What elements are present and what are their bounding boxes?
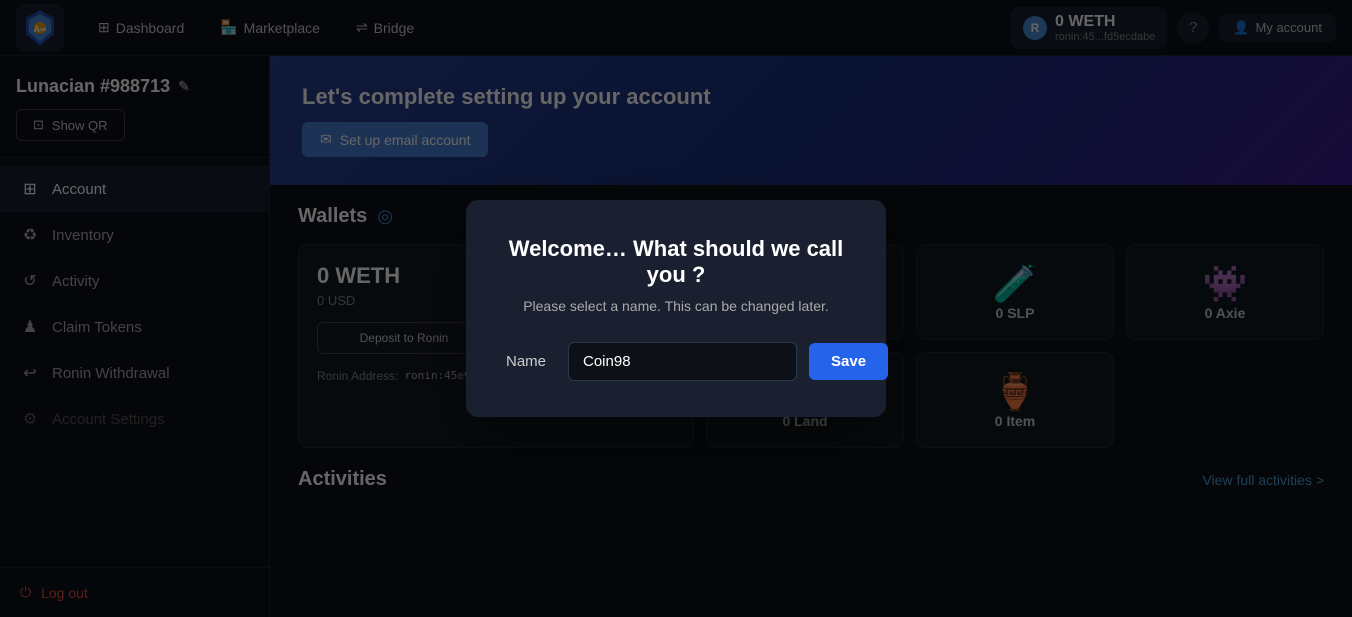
modal-title: Welcome… What should we call you ? (506, 236, 846, 288)
welcome-modal: Welcome… What should we call you ? Pleas… (466, 200, 886, 417)
modal-save-button[interactable]: Save (809, 343, 888, 380)
modal-form-row: Name Save (506, 342, 846, 381)
modal-subtitle: Please select a name. This can be change… (506, 298, 846, 314)
modal-name-input[interactable] (568, 342, 797, 381)
modal-name-label: Name (506, 353, 556, 370)
modal-overlay[interactable]: Welcome… What should we call you ? Pleas… (0, 0, 1352, 617)
